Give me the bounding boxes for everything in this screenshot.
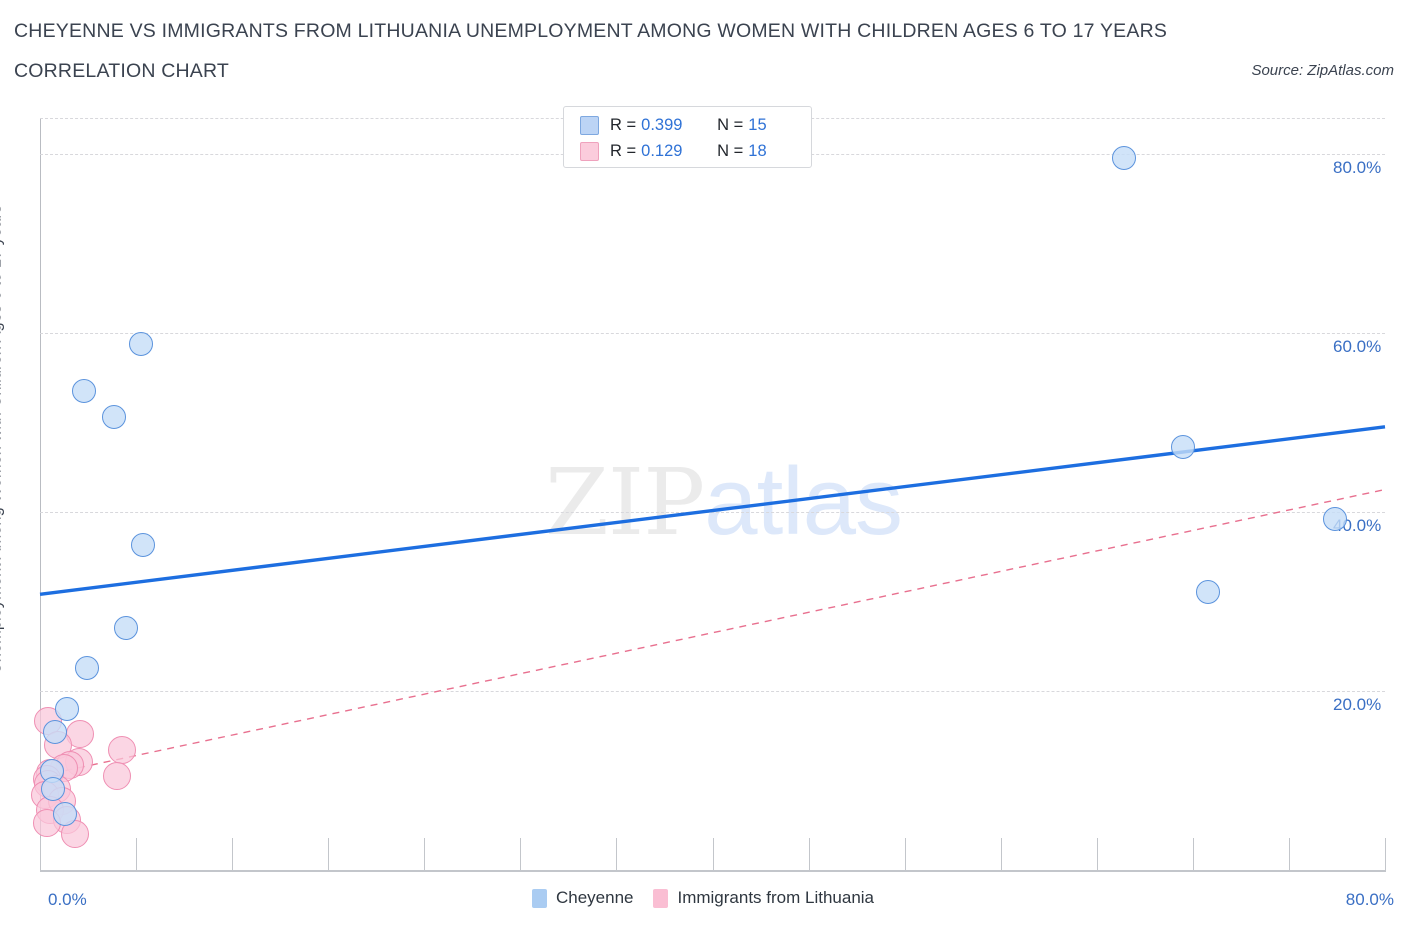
data-point-cheyenne[interactable]	[130, 533, 155, 558]
x-axis-tick	[808, 838, 810, 870]
y-tick-label: 80.0%	[1333, 157, 1382, 177]
plot-area	[40, 118, 1385, 870]
x-axis-tick	[328, 838, 330, 870]
x-axis-tick	[1096, 838, 1098, 870]
correlation-stats-box: R = 0.399 N = 15 R = 0.129 N = 18	[563, 106, 812, 168]
gridline-y	[40, 690, 1385, 692]
x-axis-tick	[136, 838, 138, 870]
series-swatch-lithuania-icon	[580, 141, 599, 161]
x-axis-tick	[232, 838, 234, 870]
data-point-cheyenne[interactable]	[54, 696, 79, 721]
data-point-cheyenne[interactable]	[75, 655, 100, 680]
y-axis-title: Unemployment Among Women with Children A…	[0, 204, 5, 675]
r-value-cheyenne: 0.399	[641, 115, 683, 134]
page-title: CHEYENNE VS IMMIGRANTS FROM LITHUANIA UN…	[14, 20, 1168, 42]
data-point-cheyenne[interactable]	[1322, 507, 1347, 532]
x-axis-tick	[40, 838, 41, 870]
r-value-lithuania: 0.129	[641, 141, 683, 160]
stats-row-lithuania: R = 0.129 N = 18	[564, 138, 811, 164]
page-subtitle: CORRELATION CHART	[14, 60, 230, 82]
x-axis-tick	[616, 838, 618, 870]
legend-swatch-cheyenne-icon	[531, 888, 547, 908]
correlation-chart-page: CHEYENNE VS IMMIGRANTS FROM LITHUANIA UN…	[0, 0, 1406, 930]
series-swatch-cheyenne-icon	[580, 115, 599, 135]
y-tick-label: 60.0%	[1333, 336, 1382, 356]
stats-row-cheyenne: R = 0.399 N = 15	[564, 112, 811, 138]
gridline-y	[40, 511, 1385, 513]
data-point-cheyenne[interactable]	[1171, 434, 1196, 459]
n-value-lithuania: 18	[748, 141, 767, 160]
data-point-cheyenne[interactable]	[113, 616, 138, 641]
chart-legend: Cheyenne Immigrants from Lithuania	[0, 888, 1406, 908]
x-axis-tick	[712, 838, 714, 870]
source-label: Source: ZipAtlas.com	[1251, 62, 1394, 79]
gridline-y	[40, 332, 1385, 334]
x-axis-line	[40, 870, 1386, 872]
x-axis-tick	[1288, 838, 1290, 870]
r-label-lithuania: R =	[610, 141, 637, 160]
n-label-lithuania: N =	[717, 141, 744, 160]
data-point-cheyenne[interactable]	[71, 379, 96, 404]
legend-item-cheyenne[interactable]: Cheyenne	[531, 888, 634, 908]
x-axis-tick	[424, 838, 426, 870]
x-axis-tick	[1385, 838, 1386, 870]
r-label-cheyenne: R =	[610, 115, 637, 134]
x-axis-tick	[1192, 838, 1194, 870]
n-label-cheyenne: N =	[717, 115, 744, 134]
y-tick-label: 20.0%	[1333, 694, 1382, 714]
x-axis-tick	[1000, 838, 1002, 870]
legend-item-lithuania[interactable]: Immigrants from Lithuania	[653, 888, 874, 908]
legend-label-lithuania: Immigrants from Lithuania	[677, 888, 875, 907]
x-axis-tick	[904, 838, 906, 870]
legend-label-cheyenne: Cheyenne	[555, 888, 634, 907]
legend-swatch-lithuania-icon	[653, 888, 669, 908]
x-axis-tick	[520, 838, 522, 870]
data-point-cheyenne[interactable]	[101, 405, 126, 429]
data-point-cheyenne[interactable]	[41, 776, 66, 801]
n-value-cheyenne: 15	[748, 115, 767, 134]
